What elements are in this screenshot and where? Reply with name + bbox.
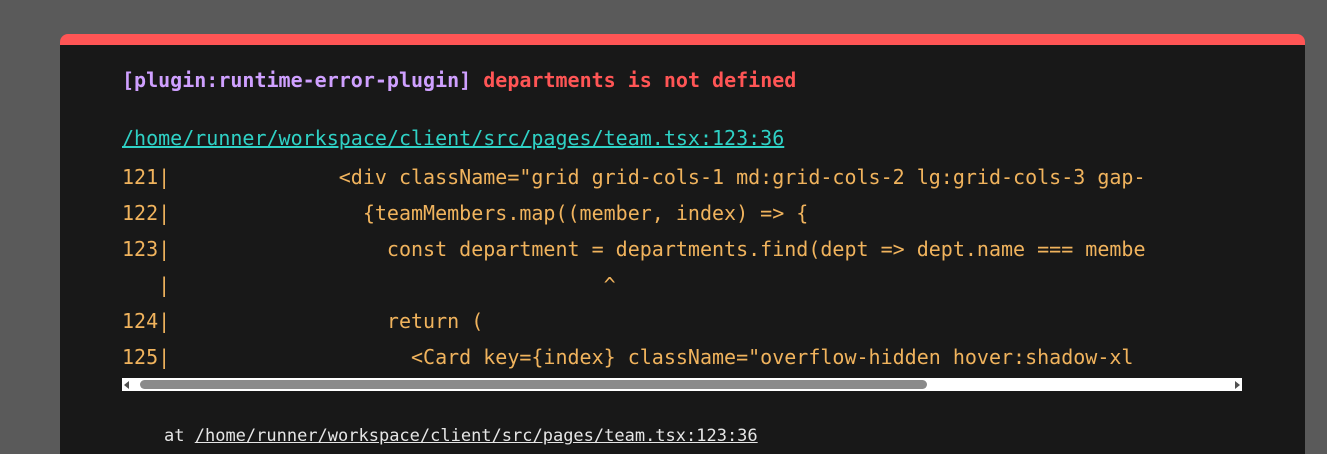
code-frame: 121| <div className="grid grid-cols-1 md… bbox=[122, 159, 1242, 385]
horizontal-scrollbar[interactable] bbox=[122, 378, 1242, 391]
scroll-right-arrow-icon[interactable] bbox=[1235, 381, 1240, 389]
error-overlay: [plugin:runtime-error-plugin] department… bbox=[60, 34, 1305, 454]
plugin-name: [plugin:runtime-error-plugin] bbox=[122, 68, 472, 92]
stack-file-link[interactable]: /home/runner/workspace/client/src/pages/… bbox=[195, 426, 758, 446]
error-message: departments is not defined bbox=[483, 68, 797, 92]
code-line-121: 121| <div className="grid grid-cols-1 md… bbox=[122, 165, 1146, 189]
scrollbar-thumb[interactable] bbox=[140, 380, 927, 389]
error-file-link[interactable]: /home/runner/workspace/client/src/pages/… bbox=[122, 125, 784, 151]
code-line-125: 125| <Card key={index} className="overfl… bbox=[122, 345, 1134, 369]
code-line-122: 122| {teamMembers.map((member, index) =>… bbox=[122, 201, 809, 225]
code-line-124: 124| return ( bbox=[122, 309, 484, 333]
scroll-left-arrow-icon[interactable] bbox=[124, 381, 129, 389]
error-caret-line: | ^ bbox=[122, 273, 616, 297]
stack-trace: at /home/runner/workspace/client/src/pag… bbox=[164, 425, 758, 447]
stack-prefix: at bbox=[164, 426, 185, 446]
error-header: [plugin:runtime-error-plugin] department… bbox=[122, 67, 796, 93]
code-line-123: 123| const department = departments.find… bbox=[122, 237, 1146, 261]
